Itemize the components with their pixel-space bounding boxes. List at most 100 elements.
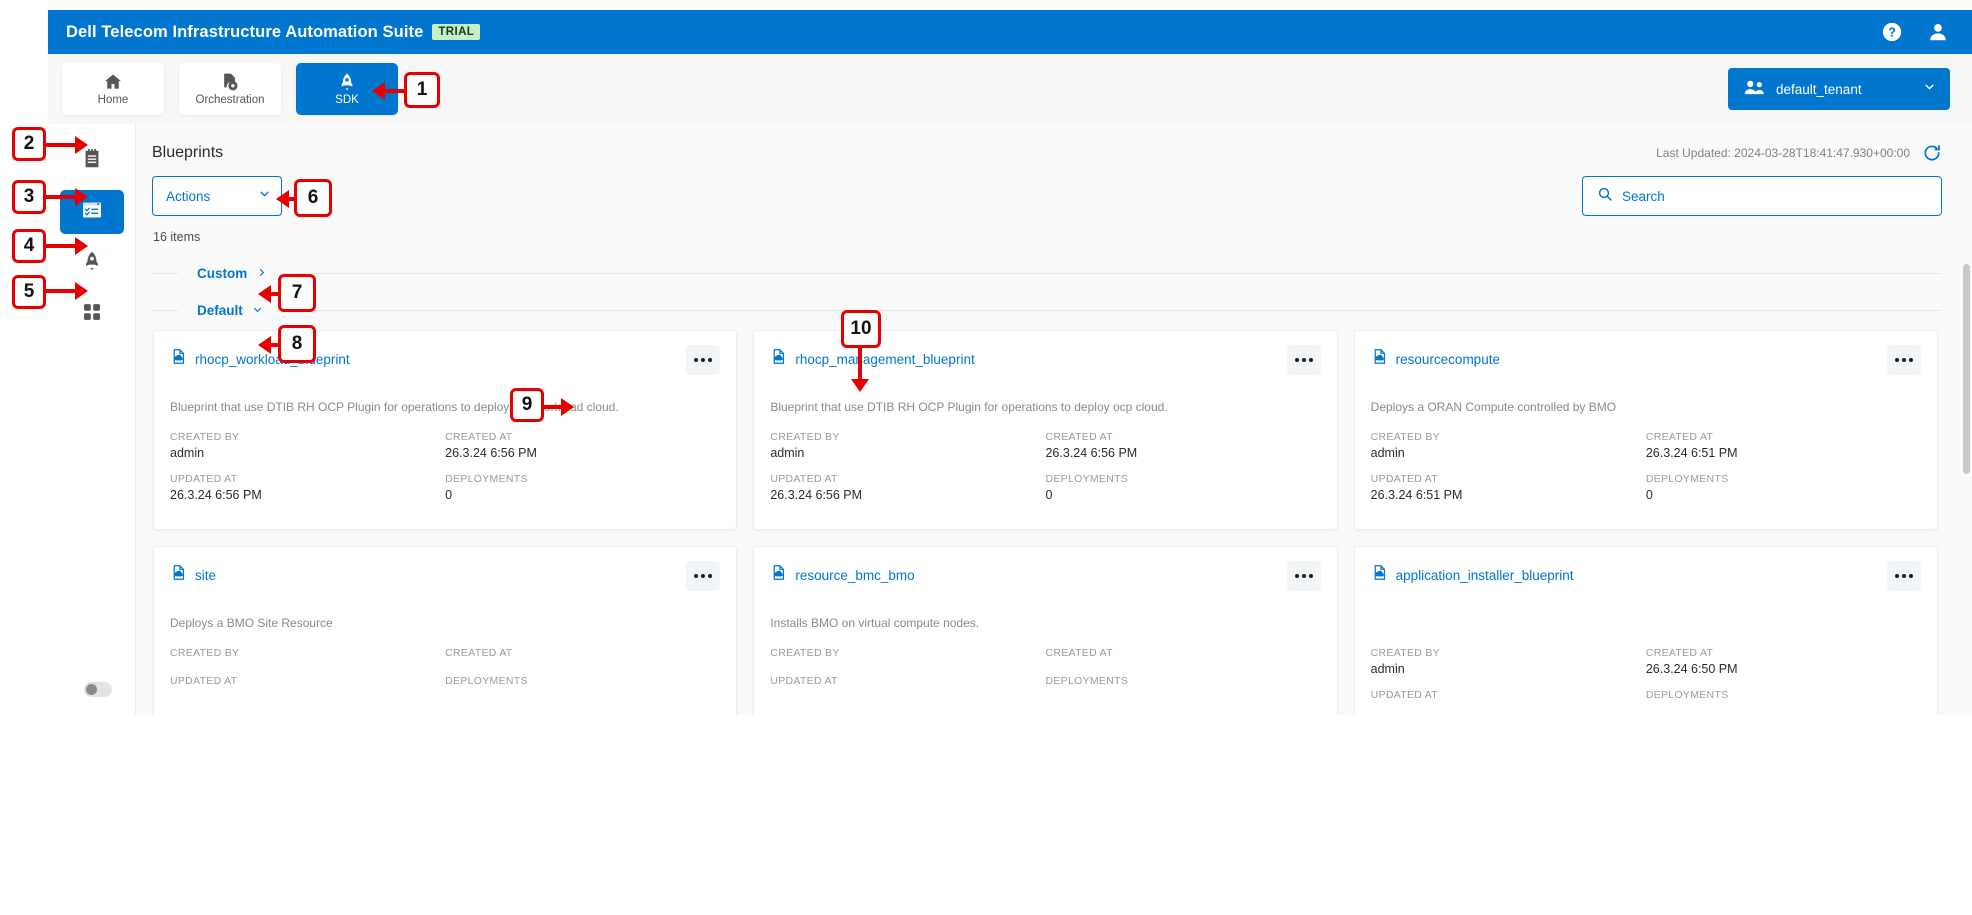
card-title[interactable]: application_installer_blueprint [1396, 568, 1574, 583]
meta-label-created-by: CREATED BY [170, 431, 240, 443]
kebab-menu-icon[interactable] [1286, 561, 1321, 591]
meta-label-created-at: CREATED AT [445, 647, 513, 659]
sidebar-collapse-toggle[interactable] [84, 682, 112, 697]
help-circle-icon[interactable]: ? [1880, 20, 1904, 44]
meta-label-updated-at: UPDATED AT [1370, 473, 1439, 485]
annotation-marker-3: 3 [12, 180, 46, 214]
card-meta: CREATED BY admin CREATED AT 26.3.24 6:50… [1371, 647, 1921, 704]
search-input[interactable]: Search [1582, 176, 1942, 216]
blueprint-card[interactable]: rhocp_management_blueprint Blueprint tha… [753, 330, 1338, 530]
blueprint-card[interactable]: application_installer_blueprint CREATED … [1353, 546, 1938, 715]
annotation-marker-4: 4 [12, 229, 46, 263]
meta-deployments: DEPLOYMENTS 0 [1646, 473, 1921, 502]
meta-value-created-by: admin [170, 446, 205, 460]
scrollbar-thumb[interactable] [1963, 264, 1970, 474]
home-icon [103, 71, 123, 92]
meta-created-at: CREATED AT 26.3.24 6:50 PM [1646, 647, 1921, 676]
annotation-marker-6: 6 [294, 179, 332, 217]
meta-label-deployments: DEPLOYMENTS [445, 675, 528, 687]
card-title[interactable]: resourcecompute [1396, 352, 1500, 367]
actions-dropdown[interactable]: Actions [152, 176, 282, 216]
meta-label-deployments: DEPLOYMENTS [1645, 689, 1729, 701]
meta-created-at: CREATED AT [445, 647, 720, 662]
meta-updated-at: UPDATED AT 26.3.24 6:56 PM [170, 473, 445, 502]
card-title[interactable]: rhocp_management_blueprint [795, 352, 974, 367]
trial-badge: TRIAL [432, 24, 481, 40]
meta-deployments: DEPLOYMENTS [1646, 689, 1921, 704]
card-title[interactable]: site [195, 568, 216, 583]
card-title[interactable]: resource_bmc_bmo [795, 568, 914, 583]
annotation-marker-7: 7 [278, 274, 316, 312]
meta-created-by: CREATED BY [170, 647, 445, 662]
card-meta: CREATED BY admin CREATED AT 26.3.24 6:56… [770, 431, 1320, 502]
card-header: rhocp_workload_blueprint [170, 345, 721, 375]
blueprint-card[interactable]: resource_bmc_bmo Installs BMO on virtual… [753, 546, 1338, 715]
blueprint-card[interactable]: resourcecompute Deploys a ORAN Compute c… [1353, 330, 1938, 530]
kebab-menu-icon[interactable] [1286, 345, 1321, 375]
annotation-arrow-10 [851, 348, 869, 392]
brand: Dell Telecom Infrastructure Automation S… [66, 23, 481, 42]
sidebar-collapse-toggle-wrap [84, 682, 112, 697]
meta-created-by: CREATED BY admin [770, 431, 1045, 460]
rocket-icon [337, 71, 357, 92]
annotation-arrow-1 [372, 82, 406, 100]
card-title-wrap: application_installer_blueprint [1371, 561, 1574, 586]
group-header-default[interactable]: Default [152, 303, 1942, 318]
actions-dropdown-label: Actions [166, 188, 211, 204]
meta-value-created-at: 26.3.24 6:56 PM [445, 446, 537, 460]
meta-created-by: CREATED BY admin [1371, 431, 1646, 460]
group-header-custom[interactable]: Custom [152, 266, 1942, 281]
kebab-menu-icon[interactable] [686, 345, 721, 375]
primary-tab-bar: Home Orchestration SDK default_tenant [48, 54, 1972, 124]
card-title-wrap: rhocp_management_blueprint [770, 345, 975, 370]
page-bottom-background [0, 715, 1972, 915]
tenant-selector[interactable]: default_tenant [1728, 68, 1950, 110]
annotation-marker-9: 9 [510, 388, 544, 422]
card-header: site [170, 561, 721, 591]
meta-created-at: CREATED AT 26.3.24 6:56 PM [445, 431, 720, 460]
meta-label-deployments: DEPLOYMENTS [1645, 473, 1729, 485]
group-custom-label: Custom [197, 266, 248, 281]
svg-text:?: ? [1888, 25, 1896, 40]
main-scrollbar[interactable] [1963, 264, 1970, 694]
app-header: Dell Telecom Infrastructure Automation S… [48, 10, 1972, 54]
meta-value-created-at: 26.3.24 6:51 PM [1645, 446, 1738, 460]
header-icons: ? [1880, 20, 1950, 44]
user-account-icon[interactable] [1926, 20, 1950, 44]
tab-home[interactable]: Home [62, 63, 164, 115]
annotation-arrow-9 [544, 398, 574, 416]
grid-apps-icon [82, 302, 102, 327]
meta-label-deployments: DEPLOYMENTS [1045, 473, 1129, 485]
people-group-icon [1744, 78, 1766, 101]
card-header: resourcecompute [1371, 345, 1921, 375]
meta-created-at: CREATED AT 26.3.24 6:56 PM [1045, 431, 1320, 460]
kebab-menu-icon[interactable] [1886, 345, 1921, 375]
card-description: Deploys a ORAN Compute controlled by BMO [1370, 400, 1617, 414]
blueprint-file-icon [170, 564, 187, 586]
meta-label-created-at: CREATED AT [1645, 647, 1714, 659]
card-meta: CREATED BY CREATED AT UPDATED AT DEPLOYM… [770, 647, 1320, 690]
meta-label-created-at: CREATED AT [1045, 647, 1113, 659]
meta-deployments: DEPLOYMENTS [445, 675, 720, 690]
kebab-menu-icon[interactable] [1886, 561, 1921, 591]
refresh-icon[interactable] [1922, 143, 1942, 163]
blueprint-file-icon [1371, 348, 1388, 370]
meta-updated-at: UPDATED AT 26.3.24 6:56 PM [770, 473, 1045, 502]
card-title-wrap: site [170, 561, 216, 586]
tab-orchestration[interactable]: Orchestration [179, 63, 281, 115]
tenant-label: default_tenant [1776, 81, 1862, 97]
blueprint-card[interactable]: site Deploys a BMO Site Resource CREATED… [153, 546, 738, 715]
item-count: 16 items [153, 230, 201, 244]
meta-label-created-at: CREATED AT [1645, 431, 1714, 443]
meta-label-updated-at: UPDATED AT [770, 473, 838, 485]
kebab-menu-icon[interactable] [686, 561, 721, 591]
last-updated-text: Last Updated: 2024-03-28T18:41:47.930+00… [1656, 146, 1910, 160]
meta-created-at: CREATED AT [1045, 647, 1320, 662]
tab-sdk-label: SDK [335, 94, 359, 107]
card-meta: CREATED BY admin CREATED AT 26.3.24 6:51… [1371, 431, 1921, 502]
blueprint-card[interactable]: rhocp_workload_blueprint Blueprint that … [153, 330, 738, 530]
annotation-marker-1: 1 [404, 72, 440, 108]
search-icon [1597, 186, 1613, 207]
card-description [1371, 616, 1921, 631]
meta-value-updated-at: 26.3.24 6:56 PM [170, 488, 262, 502]
